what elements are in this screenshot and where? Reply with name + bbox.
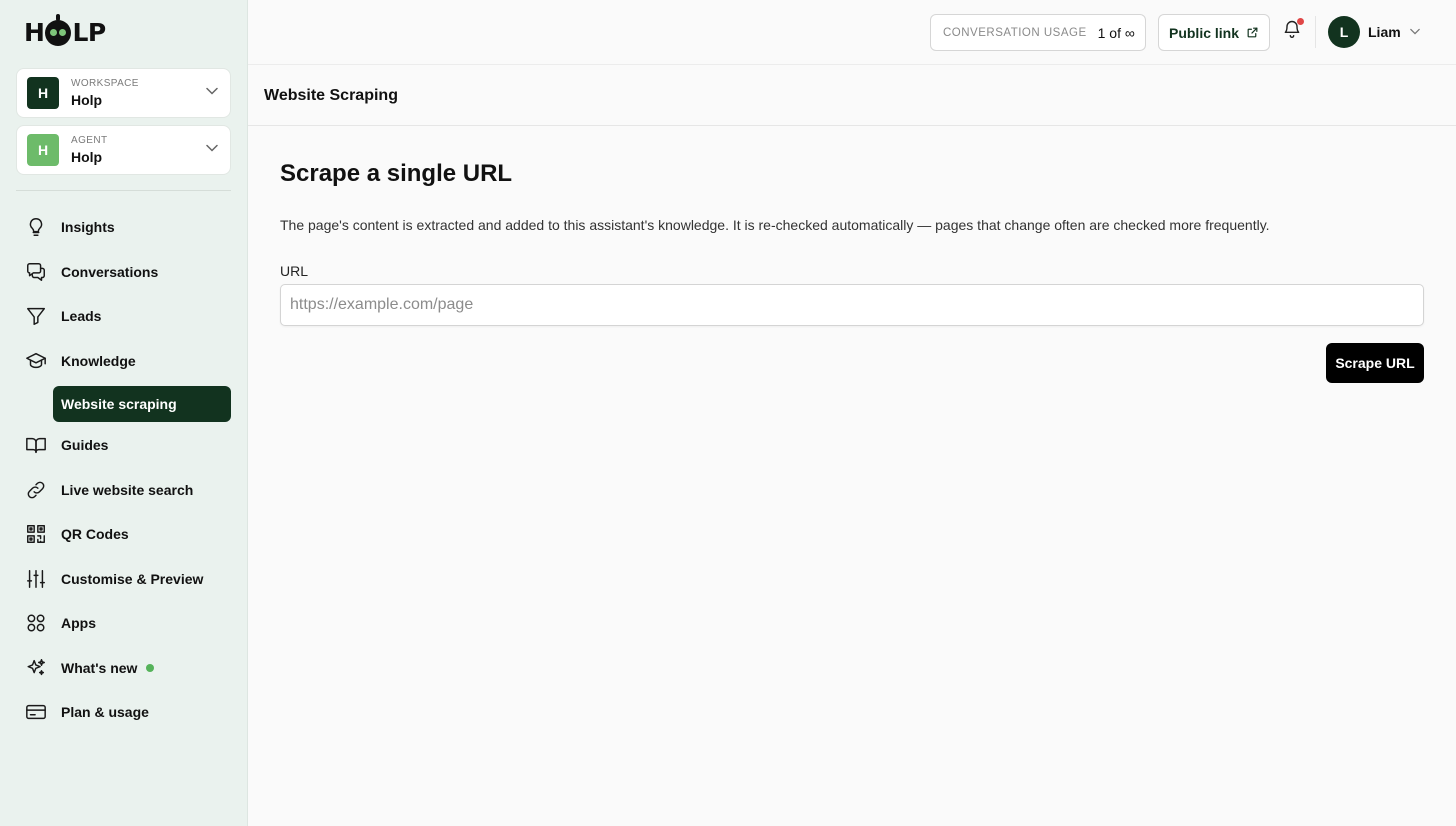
agent-avatar: H: [27, 134, 59, 166]
link-icon: [24, 478, 48, 502]
sidebar-item-label: Plan & usage: [61, 704, 149, 720]
apps-grid-icon: [24, 611, 48, 635]
notifications-button[interactable]: [1282, 18, 1304, 42]
sidebar-item-plan-usage[interactable]: Plan & usage: [24, 698, 149, 726]
usage-value: 1 of ∞: [1097, 24, 1135, 41]
main-area: CONVERSATION USAGE 1 of ∞ Public link L …: [248, 0, 1456, 826]
url-label: URL: [280, 263, 309, 279]
sidebar-item-label: Leads: [61, 308, 102, 324]
logo-letter-h: H: [24, 18, 45, 47]
topbar: CONVERSATION USAGE 1 of ∞ Public link L …: [248, 0, 1456, 65]
sidebar: H LP H WORKSPACE Holp H AGENT Holp Insig…: [0, 0, 248, 826]
new-indicator-dot: [146, 664, 155, 672]
sidebar-item-qr-codes[interactable]: QR Codes: [24, 520, 129, 548]
sparkles-icon: [24, 656, 48, 680]
notification-badge: [1297, 18, 1304, 25]
holp-logo[interactable]: H LP: [24, 13, 106, 47]
sidebar-item-customise-preview[interactable]: Customise & Preview: [24, 565, 203, 593]
sidebar-item-guides[interactable]: Guides: [24, 431, 108, 459]
sidebar-item-label: QR Codes: [61, 526, 129, 542]
sidebar-item-apps[interactable]: Apps: [24, 609, 96, 637]
chevron-down-icon: [206, 144, 218, 152]
app-root: H LP H WORKSPACE Holp H AGENT Holp Insig…: [0, 0, 1456, 826]
sliders-icon: [24, 567, 48, 591]
sidebar-item-leads[interactable]: Leads: [24, 302, 101, 330]
sidebar-item-insights[interactable]: Insights: [24, 213, 115, 241]
page-header: Website Scraping: [248, 65, 1456, 126]
section-description: The page's content is extracted and adde…: [280, 217, 1270, 233]
sidebar-item-label: Guides: [61, 437, 109, 453]
conversation-usage-badge: CONVERSATION USAGE 1 of ∞: [930, 14, 1146, 51]
sidebar-item-label: Insights: [61, 219, 115, 235]
logo-letters-lp: LP: [72, 18, 106, 47]
workspace-avatar: H: [27, 77, 59, 109]
workspace-name: Holp: [71, 92, 103, 108]
workspace-caption: WORKSPACE: [71, 78, 139, 89]
agent-selector[interactable]: H AGENT Holp: [16, 125, 231, 175]
sidebar-item-live-website-search[interactable]: Live website search: [24, 476, 193, 504]
sidebar-item-knowledge[interactable]: Knowledge: [24, 347, 136, 375]
sidebar-item-label: What's new: [61, 660, 138, 676]
topbar-divider: [1315, 16, 1316, 48]
chevron-down-icon: [206, 87, 218, 95]
sidebar-item-label: Knowledge: [61, 353, 136, 369]
qr-code-icon: [24, 522, 48, 546]
agent-caption: AGENT: [71, 135, 108, 146]
page-title: Website Scraping: [264, 87, 398, 104]
section-heading: Scrape a single URL: [280, 160, 513, 187]
sidebar-item-whats-new[interactable]: What's new: [24, 654, 155, 682]
sidebar-divider: [16, 190, 231, 191]
user-menu-name[interactable]: Liam: [1368, 24, 1401, 40]
user-avatar[interactable]: L: [1328, 16, 1360, 48]
sidebar-subitem-website-scraping[interactable]: Website scraping: [53, 386, 231, 422]
external-link-icon: [1247, 27, 1258, 38]
chevron-down-icon[interactable]: [1410, 28, 1420, 35]
usage-caption: CONVERSATION USAGE: [943, 26, 1087, 39]
funnel-icon: [24, 304, 48, 328]
agent-name: Holp: [71, 149, 103, 165]
lightbulb-icon: [24, 215, 48, 239]
book-open-icon: [24, 433, 48, 457]
graduation-cap-icon: [24, 349, 48, 373]
chat-bubbles-icon: [24, 260, 48, 284]
sidebar-item-label: Live website search: [61, 482, 194, 498]
credit-card-icon: [24, 700, 48, 724]
sidebar-item-label: Conversations: [61, 264, 159, 280]
url-input[interactable]: [280, 284, 1424, 326]
workspace-selector[interactable]: H WORKSPACE Holp: [16, 68, 231, 118]
sidebar-item-label: Apps: [61, 615, 96, 631]
scrape-url-button[interactable]: Scrape URL: [1326, 343, 1424, 383]
scrape-form: Scrape a single URL The page's content i…: [280, 160, 1424, 383]
sidebar-item-conversations[interactable]: Conversations: [24, 258, 158, 286]
public-link-label: Public link: [1168, 24, 1239, 41]
sidebar-item-label: Customise & Preview: [61, 571, 204, 587]
logo-robot-icon: [45, 13, 72, 46]
public-link-button[interactable]: Public link: [1158, 14, 1270, 51]
